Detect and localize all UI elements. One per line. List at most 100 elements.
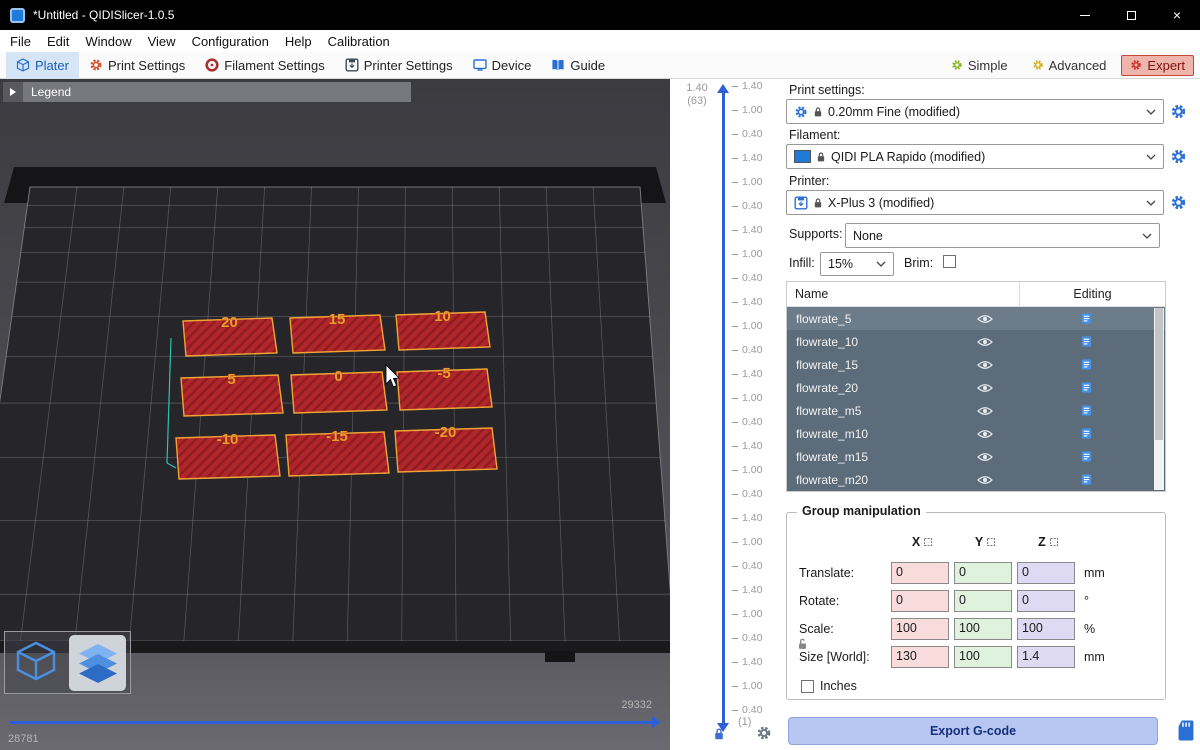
editing-icon[interactable] <box>1080 381 1093 394</box>
editing-icon[interactable] <box>1080 427 1093 440</box>
window-controls: × <box>1062 0 1200 30</box>
sd-card-icon[interactable] <box>1176 719 1196 742</box>
axis-header-row: XYZ <box>891 535 1080 549</box>
object-row-flowrate_15[interactable]: flowrate_15 <box>787 353 1165 376</box>
layer-tick: 0.40 <box>732 488 762 500</box>
translate-z-input[interactable]: 0 <box>1017 562 1075 584</box>
scrollbar-thumb[interactable] <box>1155 308 1163 440</box>
layer-tick: 1.40 <box>732 656 762 668</box>
layer-slider-track[interactable] <box>722 93 725 723</box>
visibility-eye-icon[interactable] <box>977 452 993 462</box>
export-gcode-button[interactable]: Export G-code <box>788 717 1158 745</box>
menu-help[interactable]: Help <box>277 34 320 49</box>
qidislicer-window: *Untitled - QIDISlicer-1.0.5 × FileEditW… <box>0 0 1200 750</box>
tab-print-settings[interactable]: Print Settings <box>79 52 195 79</box>
print-settings-combo[interactable]: 0.20mm Fine (modified) <box>786 99 1164 124</box>
rotate-z-input[interactable]: 0 <box>1017 590 1075 612</box>
menu-view[interactable]: View <box>140 34 184 49</box>
object-flow-label: -5 <box>437 365 450 382</box>
object-row-flowrate_10[interactable]: flowrate_10 <box>787 330 1165 353</box>
layer-slider-up-arrow-icon[interactable] <box>717 84 729 93</box>
menu-file[interactable]: File <box>2 34 39 49</box>
mode-expert[interactable]: Expert <box>1121 55 1194 76</box>
window-title: *Untitled - QIDISlicer-1.0.5 <box>33 8 174 22</box>
object-list-scrollbar[interactable] <box>1154 308 1164 490</box>
solid-view-button[interactable] <box>5 632 67 693</box>
object-row-flowrate_5[interactable]: flowrate_5 <box>787 307 1165 330</box>
uniform-scale-lock-icon[interactable] <box>797 637 808 650</box>
maximize-button[interactable] <box>1108 0 1154 30</box>
size-world-x-input[interactable]: 130 <box>891 646 949 668</box>
visibility-eye-icon[interactable] <box>977 360 993 370</box>
visibility-eye-icon[interactable] <box>977 337 993 347</box>
object-row-flowrate_m10[interactable]: flowrate_m10 <box>787 422 1165 445</box>
minimize-button[interactable] <box>1062 0 1108 30</box>
editing-icon[interactable] <box>1080 404 1093 417</box>
tab-filament-settings[interactable]: Filament Settings <box>195 52 334 79</box>
menu-configuration[interactable]: Configuration <box>184 34 277 49</box>
build-plate <box>0 187 670 641</box>
editing-icon[interactable] <box>1080 473 1093 486</box>
mode-advanced[interactable]: Advanced <box>1023 55 1116 76</box>
menu-edit[interactable]: Edit <box>39 34 77 49</box>
slider-lock-icon[interactable] <box>713 727 725 741</box>
object-name: flowrate_10 <box>787 335 977 349</box>
scale-y-input[interactable]: 100 <box>954 618 1012 640</box>
filament-value: QIDI PLA Rapido (modified) <box>831 150 1141 164</box>
menu-calibration[interactable]: Calibration <box>320 34 398 49</box>
mode-gear-icon <box>1130 59 1142 71</box>
object-row-flowrate_m15[interactable]: flowrate_m15 <box>787 445 1165 468</box>
visibility-eye-icon[interactable] <box>977 314 993 324</box>
rotate-x-input[interactable]: 0 <box>891 590 949 612</box>
close-button[interactable]: × <box>1154 0 1200 30</box>
editing-icon[interactable] <box>1080 335 1093 348</box>
inches-checkbox[interactable] <box>801 680 814 693</box>
print-settings-gear-button[interactable] <box>1170 103 1187 120</box>
viewport-3d[interactable]: 20151050-5-10-15-20 Legend 29332 28781 <box>0 79 670 750</box>
translate-x-input[interactable]: 0 <box>891 562 949 584</box>
visibility-eye-icon[interactable] <box>977 406 993 416</box>
print-settings-label: Print settings: <box>789 83 865 97</box>
layer-slider-top-count: (63) <box>678 95 716 108</box>
visibility-eye-icon[interactable] <box>977 475 993 485</box>
editing-icon[interactable] <box>1080 358 1093 371</box>
object-row-flowrate_m20[interactable]: flowrate_m20 <box>787 468 1165 491</box>
horizontal-layer-slider[interactable] <box>10 721 653 724</box>
object-row-flowrate_20[interactable]: flowrate_20 <box>787 376 1165 399</box>
mode-simple[interactable]: Simple <box>942 55 1017 76</box>
infill-combo[interactable]: 15% <box>820 252 894 276</box>
rotate-y-input[interactable]: 0 <box>954 590 1012 612</box>
tab-printer-settings[interactable]: Printer Settings <box>335 52 463 79</box>
supports-combo[interactable]: None <box>845 223 1160 248</box>
size-world-y-input[interactable]: 100 <box>954 646 1012 668</box>
size-world-z-input[interactable]: 1.4 <box>1017 646 1075 668</box>
horizontal-slider-arrow-icon[interactable] <box>652 716 661 728</box>
printer-settings-icon <box>345 58 359 72</box>
supports-label: Supports: <box>789 227 843 241</box>
object-flow-label: -20 <box>435 424 457 441</box>
chevron-down-icon <box>876 261 886 267</box>
brim-checkbox[interactable] <box>943 255 956 268</box>
scale-z-input[interactable]: 100 <box>1017 618 1075 640</box>
layers-view-button[interactable] <box>69 635 126 691</box>
filament-gear-button[interactable] <box>1170 148 1187 165</box>
menu-window[interactable]: Window <box>77 34 139 49</box>
editing-icon[interactable] <box>1080 312 1093 325</box>
tab-plater[interactable]: Plater <box>6 52 79 79</box>
printer-combo[interactable]: X-Plus 3 (modified) <box>786 190 1164 215</box>
tab-device[interactable]: Device <box>463 52 542 79</box>
editing-icon[interactable] <box>1080 450 1093 463</box>
slider-settings-gear-icon[interactable] <box>756 725 772 741</box>
printer-gear-button[interactable] <box>1170 194 1187 211</box>
tab-label: Print Settings <box>108 58 185 73</box>
object-row-flowrate_m5[interactable]: flowrate_m5 <box>787 399 1165 422</box>
filament-combo[interactable]: QIDI PLA Rapido (modified) <box>786 144 1164 169</box>
legend-bar[interactable]: Legend <box>3 82 411 102</box>
translate-y-input[interactable]: 0 <box>954 562 1012 584</box>
legend-expand-icon[interactable] <box>3 82 23 102</box>
visibility-eye-icon[interactable] <box>977 383 993 393</box>
chevron-down-icon <box>1146 109 1156 115</box>
tab-guide[interactable]: Guide <box>541 52 615 79</box>
scale-x-input[interactable]: 100 <box>891 618 949 640</box>
visibility-eye-icon[interactable] <box>977 429 993 439</box>
